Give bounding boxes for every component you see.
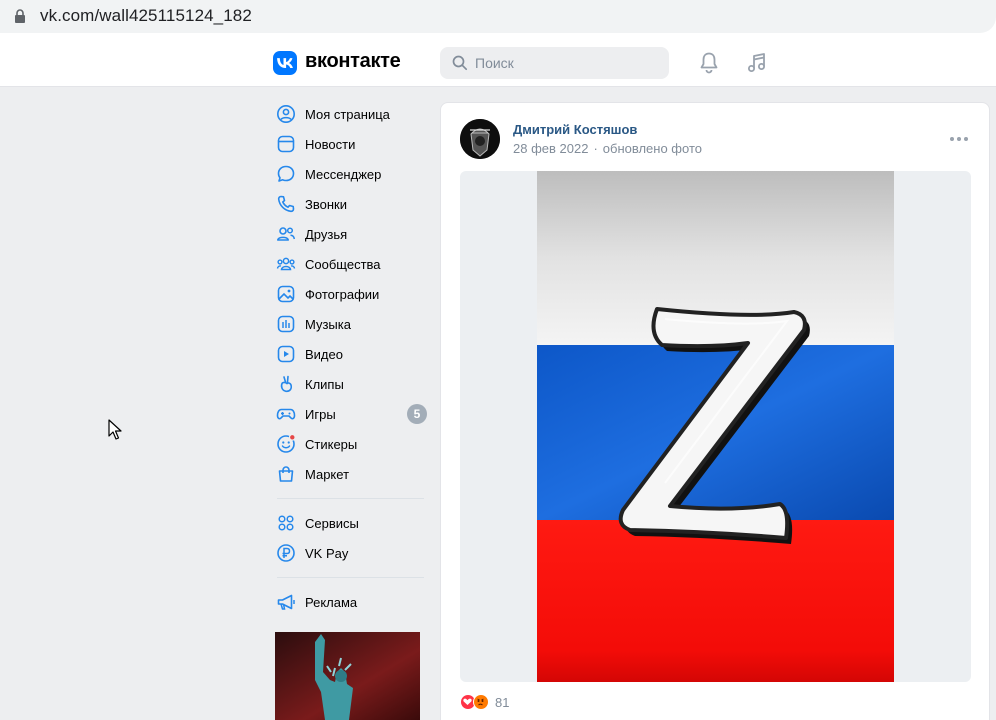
nav-divider (277, 498, 424, 499)
message-bubble-icon (277, 165, 295, 182)
sidebar-item-label: Новости (305, 136, 356, 152)
sidebar-item-vk-pay[interactable]: VK Pay (275, 538, 430, 568)
more-options-icon[interactable] (949, 135, 969, 143)
post-photo[interactable] (460, 171, 971, 682)
sidebar-item-messenger[interactable]: Мессенджер (275, 159, 430, 189)
wall-post: Дмитрий Костяшов 28 фев 2022 · обновлено ф… (440, 102, 990, 720)
sidebar-item-news[interactable]: Новости (275, 129, 430, 159)
mouse-cursor-icon (108, 419, 122, 440)
search-box[interactable] (440, 47, 669, 79)
search-icon (452, 55, 468, 71)
sidebar-item-services[interactable]: Сервисы (275, 508, 430, 538)
nav-divider (277, 577, 424, 578)
sidebar-item-label: Музыка (305, 316, 351, 332)
newsfeed-icon (277, 135, 295, 153)
site-header: вконтакте (0, 38, 996, 87)
author-avatar[interactable] (460, 119, 500, 159)
sidebar-item-friends[interactable]: Друзья (275, 219, 430, 249)
sidebar-item-label: Маркет (305, 466, 350, 482)
search-input[interactable] (475, 53, 655, 73)
logo-wordmark[interactable]: вконтакте (305, 50, 401, 73)
video-icon (277, 345, 295, 363)
games-count-badge: 5 (407, 404, 427, 424)
post-date[interactable]: 28 фев 2022 (513, 141, 588, 156)
angry-reaction-icon (473, 694, 489, 710)
url-text[interactable]: vk.com/wall425115124_182 (40, 6, 252, 26)
post-meta: 28 фев 2022 · обновлено фото (513, 141, 702, 156)
user-circle-icon (277, 105, 295, 123)
address-field[interactable]: vk.com/wall425115124_182 (0, 0, 996, 33)
sidebar-item-label: Клипы (305, 376, 344, 392)
clips-icon (280, 375, 293, 393)
bell-icon[interactable] (696, 50, 722, 76)
sidebar-item-photos[interactable]: Фотографии (275, 279, 430, 309)
post-reactions[interactable]: 81 (460, 692, 509, 712)
sticker-icon (277, 433, 296, 453)
communities-icon (276, 257, 296, 271)
vk-logo-icon[interactable] (273, 51, 297, 75)
music-note-icon[interactable] (744, 50, 770, 76)
friends-icon (277, 227, 296, 241)
left-sidebar-nav: Моя страница Новости Мессенджер Звонки Д… (275, 99, 430, 617)
music-icon (277, 315, 295, 333)
sidebar-item-calls[interactable]: Звонки (275, 189, 430, 219)
post-action: обновлено фото (602, 141, 702, 156)
sidebar-item-label: Реклама (305, 594, 358, 610)
sidebar-item-ads[interactable]: Реклама (275, 587, 430, 617)
sidebar-item-communities[interactable]: Сообщества (275, 249, 430, 279)
meta-separator: · (593, 141, 598, 156)
ruble-icon (277, 544, 295, 562)
sidebar-item-label: Стикеры (305, 436, 358, 452)
sidebar-item-label: Фотографии (305, 286, 380, 302)
gamepad-icon (276, 408, 296, 420)
sidebar-item-stickers[interactable]: Стикеры (275, 429, 430, 459)
post-author-name[interactable]: Дмитрий Костяшов (513, 122, 637, 137)
sidebar-item-my-page[interactable]: Моя страница (275, 99, 430, 129)
sidebar-item-label: Звонки (305, 196, 347, 212)
sidebar-item-games[interactable]: Игры 5 (275, 399, 430, 429)
sidebar-item-label: Видео (305, 346, 343, 362)
megaphone-icon (277, 594, 295, 610)
services-grid-icon (278, 515, 294, 531)
sidebar-item-video[interactable]: Видео (275, 339, 430, 369)
sidebar-item-clips[interactable]: Клипы (275, 369, 430, 399)
sidebar-item-market[interactable]: Маркет (275, 459, 430, 489)
sidebar-item-music[interactable]: Музыка (275, 309, 430, 339)
flag-z-image (537, 171, 894, 682)
lock-icon (15, 9, 25, 23)
browser-address-bar: vk.com/wall425115124_182 (0, 0, 996, 38)
sidebar-item-label: Сервисы (305, 515, 359, 531)
sidebar-item-label: Мессенджер (305, 166, 382, 182)
phone-icon (277, 195, 295, 213)
sidebar-promo-image[interactable] (275, 632, 420, 720)
reactions-count[interactable]: 81 (495, 695, 509, 710)
picture-icon (277, 285, 295, 303)
sidebar-item-label: Моя страница (305, 106, 390, 122)
shopping-bag-icon (278, 466, 294, 482)
sidebar-item-label: Сообщества (305, 256, 381, 272)
sidebar-item-label: Игры (305, 406, 336, 422)
sidebar-item-label: VK Pay (305, 545, 349, 561)
sidebar-item-label: Друзья (305, 226, 348, 242)
